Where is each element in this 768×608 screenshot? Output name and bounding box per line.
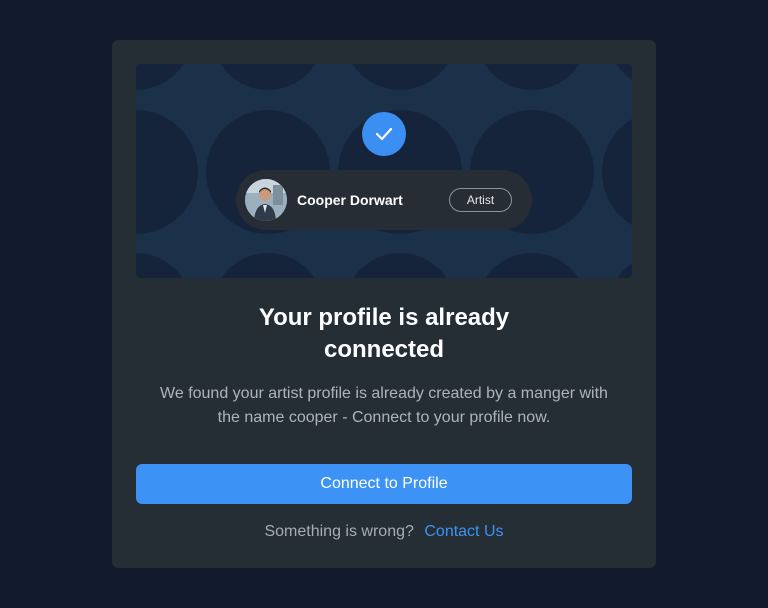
contact-us-link[interactable]: Contact Us — [424, 523, 503, 540]
description-text: We found your artist profile is already … — [136, 382, 632, 430]
role-badge: Artist — [449, 188, 512, 212]
title-line-1: Your profile is already — [258, 304, 510, 331]
connect-to-profile-button[interactable]: Connect to Profile — [136, 464, 632, 504]
description-line-2: the name cooper - Connect to your profil… — [217, 409, 551, 426]
page-title: Your profile is already connected — [112, 302, 656, 366]
profile-name: Cooper Dorwart — [297, 192, 403, 208]
help-footer: Something is wrong? Contact Us — [112, 522, 656, 542]
check-icon — [362, 112, 406, 156]
connected-profile-card: Cooper Dorwart Artist Your profile is al… — [112, 40, 656, 568]
title-line-2: connected — [323, 336, 445, 363]
user-avatar — [245, 179, 287, 221]
description-line-1: We found your artist profile is already … — [160, 385, 608, 402]
profile-banner: Cooper Dorwart Artist — [136, 64, 632, 278]
profile-pill: Cooper Dorwart Artist — [236, 170, 532, 230]
help-prompt: Something is wrong? — [264, 523, 414, 540]
